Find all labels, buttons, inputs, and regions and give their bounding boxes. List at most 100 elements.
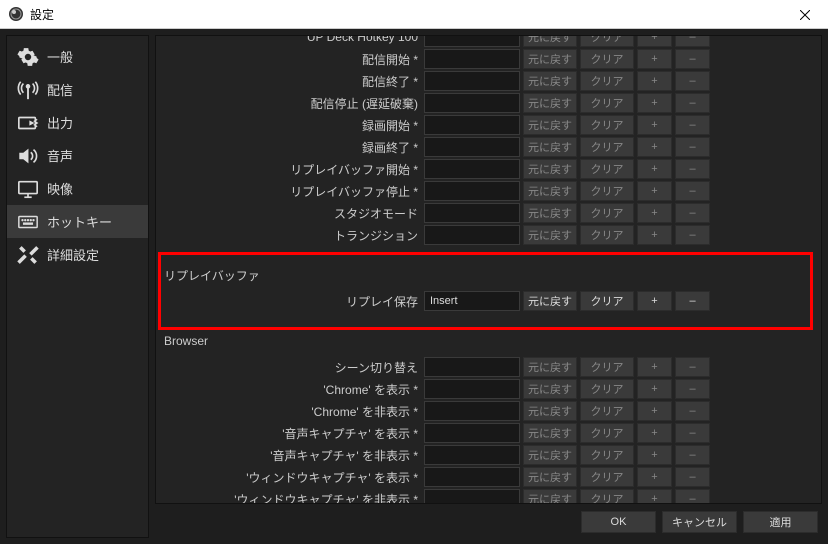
revert-button[interactable]: 元に戻す xyxy=(523,203,577,223)
hotkey-input[interactable] xyxy=(424,401,520,421)
hotkey-input[interactable] xyxy=(424,357,520,377)
hotkey-input[interactable] xyxy=(424,467,520,487)
remove-button[interactable]: – xyxy=(675,159,710,179)
clear-button[interactable]: クリア xyxy=(580,379,634,399)
clear-button[interactable]: クリア xyxy=(580,49,634,69)
add-button[interactable]: + xyxy=(637,467,672,487)
sidebar-item-output[interactable]: 出力 xyxy=(7,106,148,139)
sidebar-item-hotkeys[interactable]: ホットキー xyxy=(7,205,148,238)
remove-button[interactable]: – xyxy=(675,181,710,201)
remove-button[interactable]: – xyxy=(675,93,710,113)
revert-button[interactable]: 元に戻す xyxy=(523,379,577,399)
add-button[interactable]: + xyxy=(637,225,672,245)
clear-button[interactable]: クリア xyxy=(580,115,634,135)
revert-button[interactable]: 元に戻す xyxy=(523,49,577,69)
hotkey-input[interactable] xyxy=(424,137,520,157)
hotkey-input[interactable] xyxy=(424,115,520,135)
sidebar-item-advanced[interactable]: 詳細設定 xyxy=(7,238,148,271)
add-button[interactable]: + xyxy=(637,159,672,179)
hotkey-input[interactable] xyxy=(424,49,520,69)
hotkey-input[interactable] xyxy=(424,36,520,47)
revert-button[interactable]: 元に戻す xyxy=(523,36,577,47)
add-button[interactable]: + xyxy=(637,357,672,377)
add-button[interactable]: + xyxy=(637,115,672,135)
revert-button[interactable]: 元に戻す xyxy=(523,357,577,377)
add-button[interactable]: + xyxy=(637,291,672,311)
revert-button[interactable]: 元に戻す xyxy=(523,159,577,179)
revert-button[interactable]: 元に戻す xyxy=(523,423,577,443)
revert-button[interactable]: 元に戻す xyxy=(523,71,577,91)
add-button[interactable]: + xyxy=(637,49,672,69)
hotkey-input[interactable] xyxy=(424,379,520,399)
clear-button[interactable]: クリア xyxy=(580,489,634,503)
remove-button[interactable]: – xyxy=(675,203,710,223)
clear-button[interactable]: クリア xyxy=(580,401,634,421)
apply-button[interactable]: 適用 xyxy=(743,511,818,533)
add-button[interactable]: + xyxy=(637,401,672,421)
revert-button[interactable]: 元に戻す xyxy=(523,291,577,311)
revert-button[interactable]: 元に戻す xyxy=(523,467,577,487)
close-button[interactable] xyxy=(782,0,828,29)
remove-button[interactable]: – xyxy=(675,467,710,487)
remove-button[interactable]: – xyxy=(675,49,710,69)
clear-button[interactable]: クリア xyxy=(580,357,634,377)
remove-button[interactable]: – xyxy=(675,379,710,399)
remove-button[interactable]: – xyxy=(675,423,710,443)
ok-button[interactable]: OK xyxy=(581,511,656,533)
clear-button[interactable]: クリア xyxy=(580,467,634,487)
clear-button[interactable]: クリア xyxy=(580,445,634,465)
hotkey-input[interactable]: Insert xyxy=(424,291,520,311)
revert-button[interactable]: 元に戻す xyxy=(523,445,577,465)
revert-button[interactable]: 元に戻す xyxy=(523,489,577,503)
sidebar-item-stream[interactable]: 配信 xyxy=(7,73,148,106)
add-button[interactable]: + xyxy=(637,137,672,157)
hotkey-input[interactable] xyxy=(424,71,520,91)
hotkey-input[interactable] xyxy=(424,159,520,179)
revert-button[interactable]: 元に戻す xyxy=(523,115,577,135)
remove-button[interactable]: – xyxy=(675,137,710,157)
clear-button[interactable]: クリア xyxy=(580,181,634,201)
hotkey-input[interactable] xyxy=(424,203,520,223)
remove-button[interactable]: – xyxy=(675,225,710,245)
remove-button[interactable]: – xyxy=(675,291,710,311)
remove-button[interactable]: – xyxy=(675,115,710,135)
revert-button[interactable]: 元に戻す xyxy=(523,225,577,245)
add-button[interactable]: + xyxy=(637,93,672,113)
revert-button[interactable]: 元に戻す xyxy=(523,93,577,113)
clear-button[interactable]: クリア xyxy=(580,159,634,179)
add-button[interactable]: + xyxy=(637,423,672,443)
clear-button[interactable]: クリア xyxy=(580,203,634,223)
remove-button[interactable]: – xyxy=(675,357,710,377)
remove-button[interactable]: – xyxy=(675,36,710,47)
revert-button[interactable]: 元に戻す xyxy=(523,181,577,201)
add-button[interactable]: + xyxy=(637,379,672,399)
clear-button[interactable]: クリア xyxy=(580,71,634,91)
hotkey-input[interactable] xyxy=(424,93,520,113)
add-button[interactable]: + xyxy=(637,36,672,47)
sidebar-item-audio[interactable]: 音声 xyxy=(7,139,148,172)
add-button[interactable]: + xyxy=(637,445,672,465)
hotkey-input[interactable] xyxy=(424,181,520,201)
clear-button[interactable]: クリア xyxy=(580,225,634,245)
add-button[interactable]: + xyxy=(637,181,672,201)
add-button[interactable]: + xyxy=(637,489,672,503)
clear-button[interactable]: クリア xyxy=(580,137,634,157)
revert-button[interactable]: 元に戻す xyxy=(523,137,577,157)
hotkey-input[interactable] xyxy=(424,445,520,465)
sidebar-item-general[interactable]: 一般 xyxy=(7,40,148,73)
clear-button[interactable]: クリア xyxy=(580,36,634,47)
remove-button[interactable]: – xyxy=(675,489,710,503)
remove-button[interactable]: – xyxy=(675,401,710,421)
revert-button[interactable]: 元に戻す xyxy=(523,401,577,421)
sidebar-item-video[interactable]: 映像 xyxy=(7,172,148,205)
hotkey-input[interactable] xyxy=(424,489,520,503)
hotkey-input[interactable] xyxy=(424,423,520,443)
cancel-button[interactable]: キャンセル xyxy=(662,511,737,533)
clear-button[interactable]: クリア xyxy=(580,423,634,443)
remove-button[interactable]: – xyxy=(675,445,710,465)
add-button[interactable]: + xyxy=(637,71,672,91)
clear-button[interactable]: クリア xyxy=(580,291,634,311)
remove-button[interactable]: – xyxy=(675,71,710,91)
hotkey-input[interactable] xyxy=(424,225,520,245)
clear-button[interactable]: クリア xyxy=(580,93,634,113)
